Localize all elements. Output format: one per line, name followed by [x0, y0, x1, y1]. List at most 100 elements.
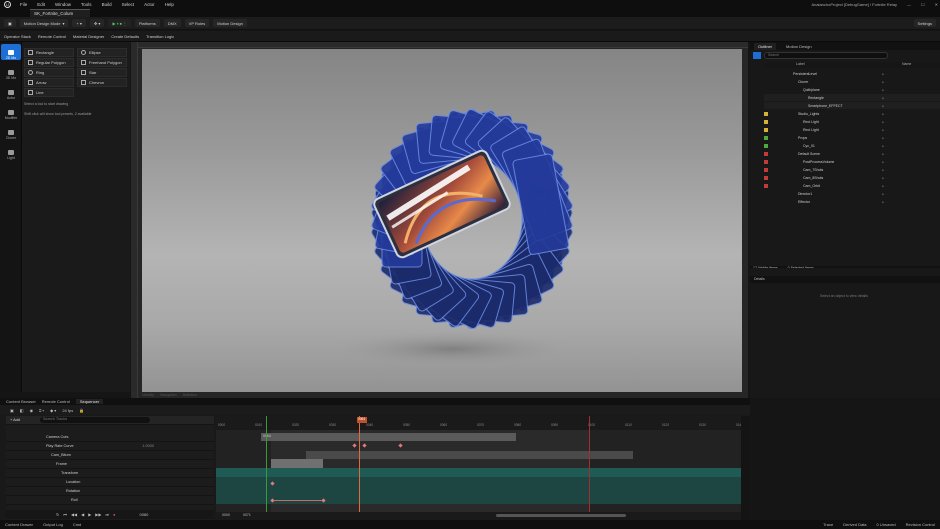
- visibility-icon[interactable]: ●: [882, 88, 884, 92]
- timeline-scrollbar[interactable]: [496, 514, 626, 517]
- tool-rectangle[interactable]: Rectangle: [24, 48, 74, 57]
- tool-star[interactable]: Star: [77, 68, 127, 77]
- menu-edit[interactable]: Edit: [32, 2, 50, 7]
- save-icon[interactable]: ▣: [4, 19, 16, 27]
- menu-tools[interactable]: Tools: [76, 2, 97, 7]
- visibility-icon[interactable]: ●: [882, 200, 884, 204]
- loop-icon[interactable]: ↻: [56, 512, 59, 517]
- play-reverse-icon[interactable]: ◀: [81, 512, 84, 517]
- material-designer-button[interactable]: Material Designer: [73, 34, 104, 39]
- outliner-row[interactable]: Rectangle ●: [764, 94, 940, 101]
- track-search-input[interactable]: Search Tracks: [39, 417, 150, 423]
- sequencer-track[interactable]: Rotation: [6, 487, 214, 496]
- jump-start-icon[interactable]: ⏮: [63, 512, 67, 517]
- next-key-icon[interactable]: ▶▶: [95, 512, 101, 517]
- mode-3d[interactable]: 3D Mo: [1, 64, 21, 80]
- close-icon[interactable]: ✕: [935, 2, 938, 7]
- visibility-icon[interactable]: ●: [882, 184, 884, 188]
- derived-data-button[interactable]: Derived Data: [838, 522, 871, 527]
- outliner-row[interactable]: Director1 ●: [764, 190, 940, 197]
- visibility-icon[interactable]: ●: [882, 176, 884, 180]
- operator-stack-button[interactable]: Operator Stack: [4, 34, 31, 39]
- outliner-row[interactable]: Default Scene ●: [764, 150, 940, 157]
- cam-section[interactable]: [306, 451, 633, 459]
- remote-control-button[interactable]: Remote Control: [38, 34, 66, 39]
- output-log-button[interactable]: Output Log: [38, 522, 68, 527]
- filter-icon[interactable]: [753, 52, 761, 59]
- frame-out-label[interactable]: 0071: [243, 513, 251, 517]
- snap-icon[interactable]: ⌗ ▾: [39, 408, 44, 413]
- visibility-icon[interactable]: ●: [882, 112, 884, 116]
- transition-logic-button[interactable]: Transition Logic: [146, 34, 174, 39]
- outliner-row[interactable]: Rect Light ●: [764, 126, 940, 133]
- add-track-button[interactable]: + Add: [10, 418, 20, 422]
- tab-outliner[interactable]: Outliner: [754, 42, 777, 50]
- column-type[interactable]: Name: [902, 62, 911, 66]
- trace-button[interactable]: Trace: [818, 522, 838, 527]
- mode-dropdown[interactable]: Motion Design Mode ▾: [19, 19, 69, 27]
- mode-modifier[interactable]: Modifier: [1, 104, 21, 120]
- prev-key-icon[interactable]: ◀◀: [71, 512, 77, 517]
- outliner-search-input[interactable]: Search: [764, 52, 888, 59]
- settings-button[interactable]: Settings: [913, 19, 936, 27]
- sequencer-timeline[interactable]: 0000 0010 0020 0030 0040 0050 0060 0070 0080 0090…: [216, 416, 743, 520]
- content-drawer-button[interactable]: Content Drawer: [0, 522, 38, 527]
- visibility-icon[interactable]: ●: [882, 120, 884, 124]
- visibility-icon[interactable]: ●: [882, 168, 884, 172]
- time-ruler[interactable]: 0000 0010 0020 0030 0040 0050 0060 0070 0080 0090…: [216, 416, 743, 430]
- outliner-row[interactable]: Smartphone_EFFECT ●: [764, 102, 940, 109]
- fps-dropdown[interactable]: 24 fps: [62, 408, 73, 413]
- tab-details[interactable]: Details: [754, 277, 765, 282]
- sequencer-track[interactable]: Frame: [6, 460, 214, 469]
- outliner-row[interactable]: Studio_Lights ●: [764, 110, 940, 117]
- mode-cloner[interactable]: Cloner: [1, 124, 21, 140]
- outliner-row[interactable]: Effector ●: [764, 198, 940, 205]
- range-start-marker[interactable]: [266, 416, 267, 520]
- sequencer-track[interactable]: Transform: [6, 469, 214, 478]
- frame-section[interactable]: [271, 459, 323, 468]
- maximize-icon[interactable]: ☐: [921, 2, 925, 7]
- menu-help[interactable]: Help: [160, 2, 179, 7]
- range-end-marker[interactable]: [589, 416, 590, 520]
- camera-icon[interactable]: ◉: [30, 408, 34, 413]
- add-actor-button[interactable]: + ▾: [72, 19, 86, 27]
- render-icon[interactable]: ◧: [20, 408, 24, 413]
- sequencer-track[interactable]: Cam_Bitum: [6, 451, 214, 460]
- visibility-icon[interactable]: ●: [882, 192, 884, 196]
- visibility-icon[interactable]: ●: [882, 104, 884, 108]
- tab-sequencer[interactable]: Sequencer: [75, 399, 104, 404]
- motion-design-button[interactable]: Motion Design: [213, 19, 247, 27]
- visibility-icon[interactable]: ●: [882, 72, 884, 76]
- visibility-icon[interactable]: ●: [882, 96, 884, 100]
- level-viewport[interactable]: Velocity Navigation Selection: [131, 42, 748, 398]
- dmx-button[interactable]: DMX: [163, 19, 181, 27]
- tool-ring[interactable]: Ring: [24, 68, 74, 77]
- create-defaults-button[interactable]: Create Defaults: [111, 34, 139, 39]
- outliner-row[interactable]: Quilt/plane ●: [764, 86, 940, 93]
- mode-light[interactable]: Light: [1, 144, 21, 160]
- sequencer-track[interactable]: Play Rate Curve 1.0000: [6, 442, 214, 451]
- track-value[interactable]: 1.0000: [142, 444, 154, 448]
- visibility-icon[interactable]: ●: [882, 136, 884, 140]
- sequencer-track[interactable]: Location: [6, 478, 214, 487]
- menu-select[interactable]: Select: [117, 2, 140, 7]
- minimize-icon[interactable]: —: [907, 2, 911, 7]
- outliner-row[interactable]: PostProcessVolume ●: [764, 158, 940, 165]
- tool-freehand-polygon[interactable]: Freehand Polygon: [77, 58, 127, 67]
- visibility-icon[interactable]: ●: [882, 80, 884, 84]
- outliner-row[interactable]: Props ●: [764, 134, 940, 141]
- visibility-icon[interactable]: ●: [882, 144, 884, 148]
- tab-motion-design[interactable]: Motion Design: [782, 43, 816, 50]
- tool-ellipse[interactable]: Ellipse: [77, 48, 127, 57]
- menu-build[interactable]: Build: [97, 2, 117, 7]
- menu-file[interactable]: File: [15, 2, 32, 7]
- outliner-row[interactable]: Cam_8Shots ●: [764, 174, 940, 181]
- frame-in-label[interactable]: 0000: [222, 513, 230, 517]
- key-icon[interactable]: ◆ ▾: [50, 408, 56, 413]
- mode-2d[interactable]: 2D Mo: [1, 44, 21, 60]
- mode-actor[interactable]: Actor: [1, 84, 21, 100]
- play-icon[interactable]: ▶: [88, 512, 91, 517]
- outliner-row[interactable]: PersistentLevel ●: [764, 70, 940, 77]
- tool-chevron[interactable]: Chevron: [77, 78, 127, 87]
- outliner-row[interactable]: Cam_Orbit ●: [764, 182, 940, 189]
